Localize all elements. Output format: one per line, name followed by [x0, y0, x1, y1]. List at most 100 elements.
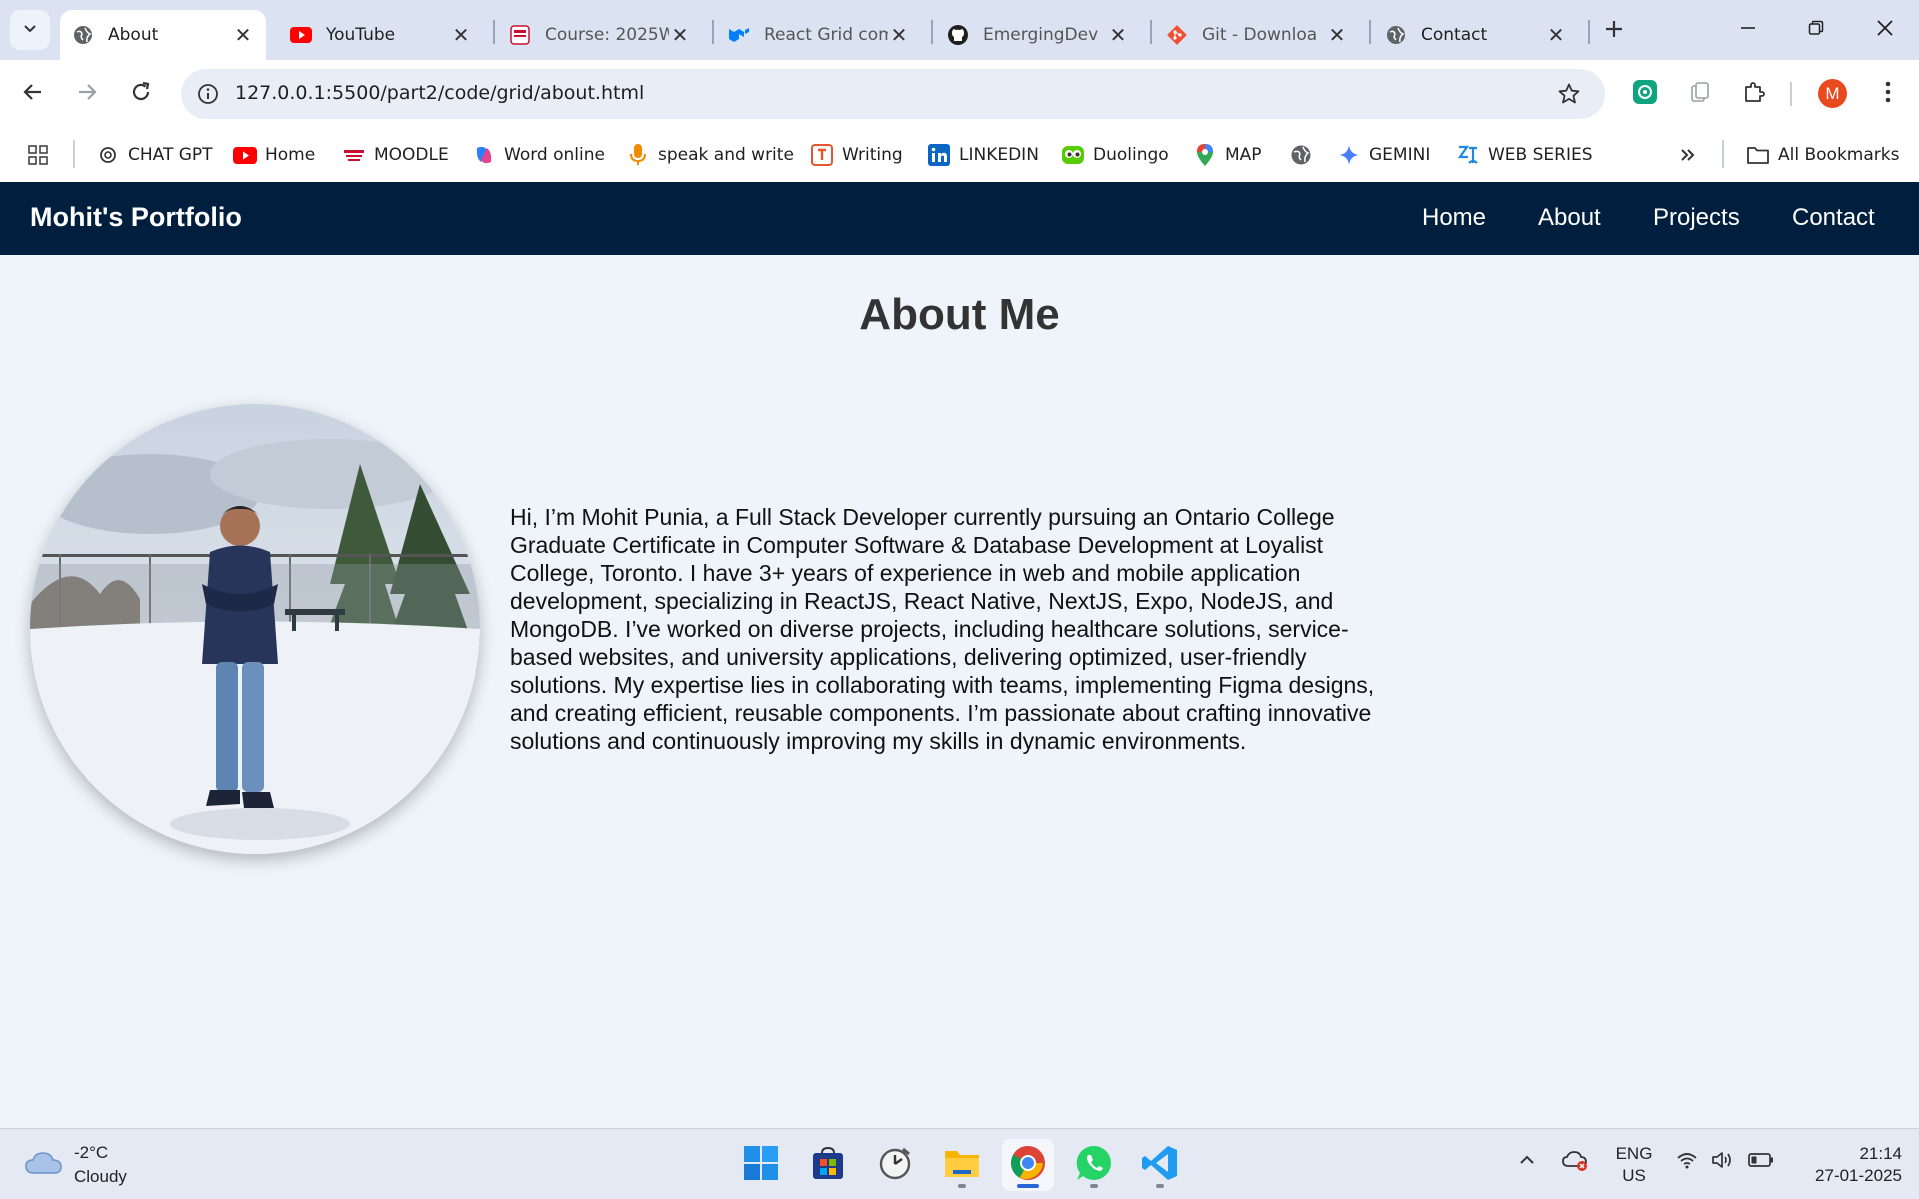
chatgpt-extension-icon	[1632, 79, 1658, 110]
bookmark-chatgpt[interactable]: CHAT GPT	[96, 140, 213, 170]
taskbar-chrome[interactable]	[1002, 1139, 1054, 1191]
bookmark-home[interactable]: Home	[233, 140, 315, 170]
bookmark-globe[interactable]	[1289, 140, 1321, 170]
close-window-button[interactable]	[1855, 8, 1915, 52]
bookmark-writing[interactable]: Writing	[810, 140, 903, 170]
bookmark-gemini[interactable]: GEMINI	[1337, 140, 1430, 170]
bookmark-map[interactable]: MAP	[1193, 140, 1262, 170]
all-bookmarks-folder[interactable]: All Bookmarks	[1746, 140, 1899, 170]
volume-status[interactable]	[1708, 1147, 1738, 1177]
close-icon[interactable]: ✕	[450, 24, 472, 47]
close-icon[interactable]: ✕	[669, 24, 691, 47]
language-indicator[interactable]: ENG US	[1612, 1143, 1656, 1187]
duolingo-icon	[1061, 143, 1085, 167]
running-indicator	[1090, 1184, 1098, 1188]
arrow-right-icon	[76, 81, 98, 108]
whatsapp-icon	[1075, 1144, 1113, 1187]
bookmark-duolingo[interactable]: Duolingo	[1061, 140, 1169, 170]
forward-button[interactable]	[70, 77, 104, 111]
address-bar[interactable]: 127.0.0.1:5500/part2/code/grid/about.htm…	[181, 69, 1605, 119]
apps-button[interactable]	[26, 140, 58, 170]
plus-icon	[1604, 13, 1624, 47]
loyalist-icon	[509, 24, 531, 46]
site-info-icon[interactable]	[193, 79, 223, 109]
clipboard-extension-button[interactable]	[1683, 77, 1717, 111]
more-bookmarks-button[interactable]	[1676, 140, 1708, 170]
taskbar-file-explorer[interactable]	[936, 1139, 988, 1191]
bookmark-web-series[interactable]: WEB SERIES	[1456, 140, 1593, 170]
restore-button[interactable]	[1786, 8, 1846, 52]
close-icon	[1876, 19, 1894, 42]
back-button[interactable]	[16, 77, 50, 111]
browser-menu-button[interactable]	[1871, 77, 1905, 111]
apps-grid-icon	[26, 143, 50, 167]
show-hidden-icons-button[interactable]	[1512, 1147, 1542, 1177]
taskbar-whatsapp[interactable]	[1068, 1139, 1120, 1191]
bookmark-speak-and-write[interactable]: speak and write	[626, 140, 794, 170]
bookmark-label: Word online	[504, 145, 605, 165]
tab-title: Course: 2025W	[545, 25, 669, 45]
close-icon[interactable]: ✕	[232, 24, 254, 47]
tab-search-button[interactable]	[10, 10, 50, 50]
site-brand[interactable]: Mohit's Portfolio	[30, 202, 242, 233]
url-text[interactable]: 127.0.0.1:5500/part2/code/grid/about.htm…	[235, 82, 644, 104]
page-title: About Me	[859, 290, 1060, 339]
new-tab-button[interactable]	[1597, 13, 1631, 47]
tab-youtube[interactable]: YouTube ✕	[278, 10, 484, 60]
youtube-icon	[233, 143, 257, 167]
region-code: US	[1622, 1166, 1646, 1185]
tab-title: Contact	[1421, 25, 1488, 45]
bookmark-word-online[interactable]: Word online	[472, 140, 605, 170]
globe-icon	[72, 24, 94, 46]
close-icon[interactable]: ✕	[1326, 24, 1348, 47]
tab-contact[interactable]: Contact ✕	[1373, 10, 1579, 60]
system-clock[interactable]: 21:14 27-01-2025	[1790, 1143, 1902, 1187]
tab-react-grid[interactable]: React Grid com ✕	[716, 10, 922, 60]
bookmarks-bar: CHAT GPT Home MOODLE Word online speak a…	[0, 128, 1919, 182]
extensions-button[interactable]	[1737, 77, 1771, 111]
chrome-icon	[1009, 1144, 1047, 1187]
profile-avatar[interactable]: M	[1818, 79, 1847, 108]
chatgpt-extension-button[interactable]	[1628, 77, 1662, 111]
tab-separator	[712, 20, 714, 44]
windows-start-icon	[743, 1145, 779, 1186]
taskbar-clock-app[interactable]	[869, 1139, 921, 1191]
tab-about[interactable]: About ✕	[60, 10, 266, 60]
reload-button[interactable]	[124, 77, 158, 111]
start-button[interactable]	[735, 1139, 787, 1191]
nav-link-home[interactable]: Home	[1422, 204, 1486, 232]
clipboard-icon	[1688, 80, 1712, 109]
taskbar-vscode[interactable]	[1134, 1139, 1186, 1191]
double-chevron-right-icon	[1676, 143, 1700, 167]
tab-github[interactable]: EmergingDev ✕	[935, 10, 1141, 60]
microphone-icon	[626, 143, 650, 167]
bookmark-label: GEMINI	[1369, 145, 1431, 165]
nav-link-contact[interactable]: Contact	[1792, 204, 1875, 232]
bookmark-star-icon[interactable]	[1555, 80, 1583, 108]
onedrive-status-button[interactable]	[1560, 1147, 1590, 1177]
nav-link-projects[interactable]: Projects	[1653, 204, 1740, 232]
nav-link-about[interactable]: About	[1538, 204, 1601, 232]
bookmark-moodle[interactable]: MOODLE	[342, 140, 449, 170]
close-icon[interactable]: ✕	[1545, 24, 1567, 47]
wifi-status[interactable]	[1672, 1147, 1702, 1177]
close-icon[interactable]: ✕	[888, 24, 910, 47]
tab-course[interactable]: Course: 2025W ✕	[497, 10, 703, 60]
folder-icon	[1746, 143, 1770, 167]
clock-date: 27-01-2025	[1815, 1166, 1902, 1185]
battery-status[interactable]	[1746, 1147, 1776, 1177]
git-icon	[1166, 24, 1188, 46]
site-navbar: Mohit's Portfolio Home About Projects Co…	[0, 182, 1919, 255]
web-page: Mohit's Portfolio Home About Projects Co…	[0, 182, 1919, 1128]
minimize-button[interactable]	[1718, 8, 1778, 52]
webseries-icon	[1456, 143, 1480, 167]
taskbar-microsoft-store[interactable]	[802, 1139, 854, 1191]
bookmark-label: LINKEDIN	[959, 145, 1039, 165]
cloud-error-icon	[1561, 1148, 1589, 1177]
weather-widget[interactable]: -2°C Cloudy	[24, 1141, 127, 1189]
bookmark-linkedin[interactable]: LINKEDIN	[927, 140, 1039, 170]
running-indicator	[1156, 1184, 1164, 1188]
close-icon[interactable]: ✕	[1107, 24, 1129, 47]
tab-git[interactable]: Git - Downloa ✕	[1154, 10, 1360, 60]
minimize-icon	[1740, 20, 1756, 41]
